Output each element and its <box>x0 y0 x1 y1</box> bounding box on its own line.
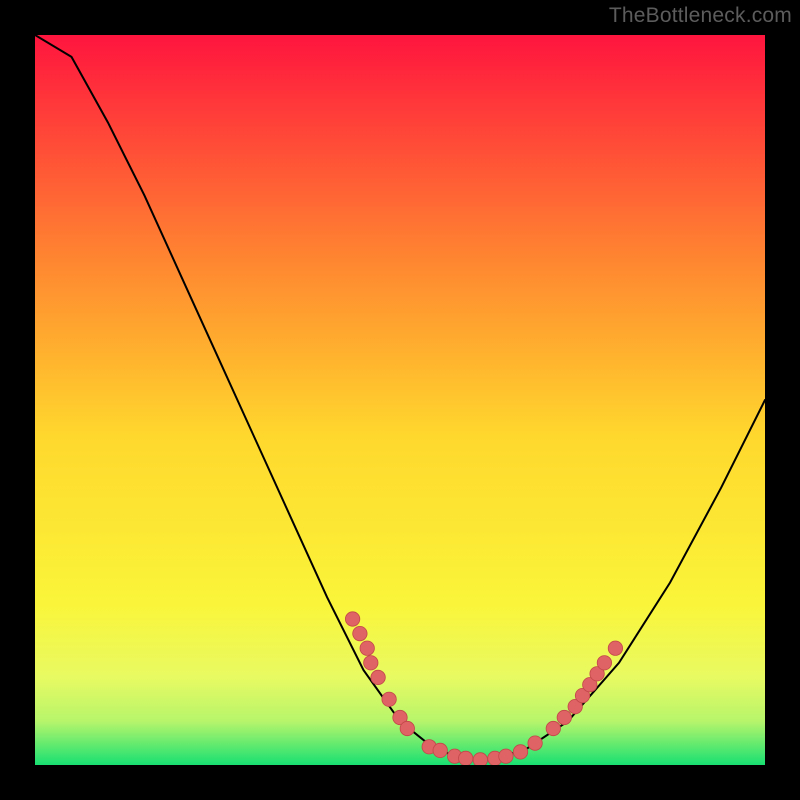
data-marker <box>382 692 396 706</box>
plot-area <box>35 35 765 765</box>
attribution-text: TheBottleneck.com <box>609 4 792 28</box>
data-marker <box>597 656 611 670</box>
data-marker <box>513 745 527 759</box>
data-marker <box>345 612 359 626</box>
data-marker <box>473 753 487 765</box>
gradient-bg <box>35 35 765 765</box>
chart-frame: TheBottleneck.com <box>0 0 800 800</box>
data-marker <box>400 721 414 735</box>
data-marker <box>608 641 622 655</box>
data-marker <box>499 749 513 763</box>
data-marker <box>459 751 473 765</box>
data-marker <box>353 626 367 640</box>
chart-svg <box>35 35 765 765</box>
data-marker <box>364 656 378 670</box>
data-marker <box>528 736 542 750</box>
data-marker <box>546 721 560 735</box>
data-marker <box>371 670 385 684</box>
data-marker <box>557 710 571 724</box>
data-marker <box>360 641 374 655</box>
data-marker <box>433 743 447 757</box>
